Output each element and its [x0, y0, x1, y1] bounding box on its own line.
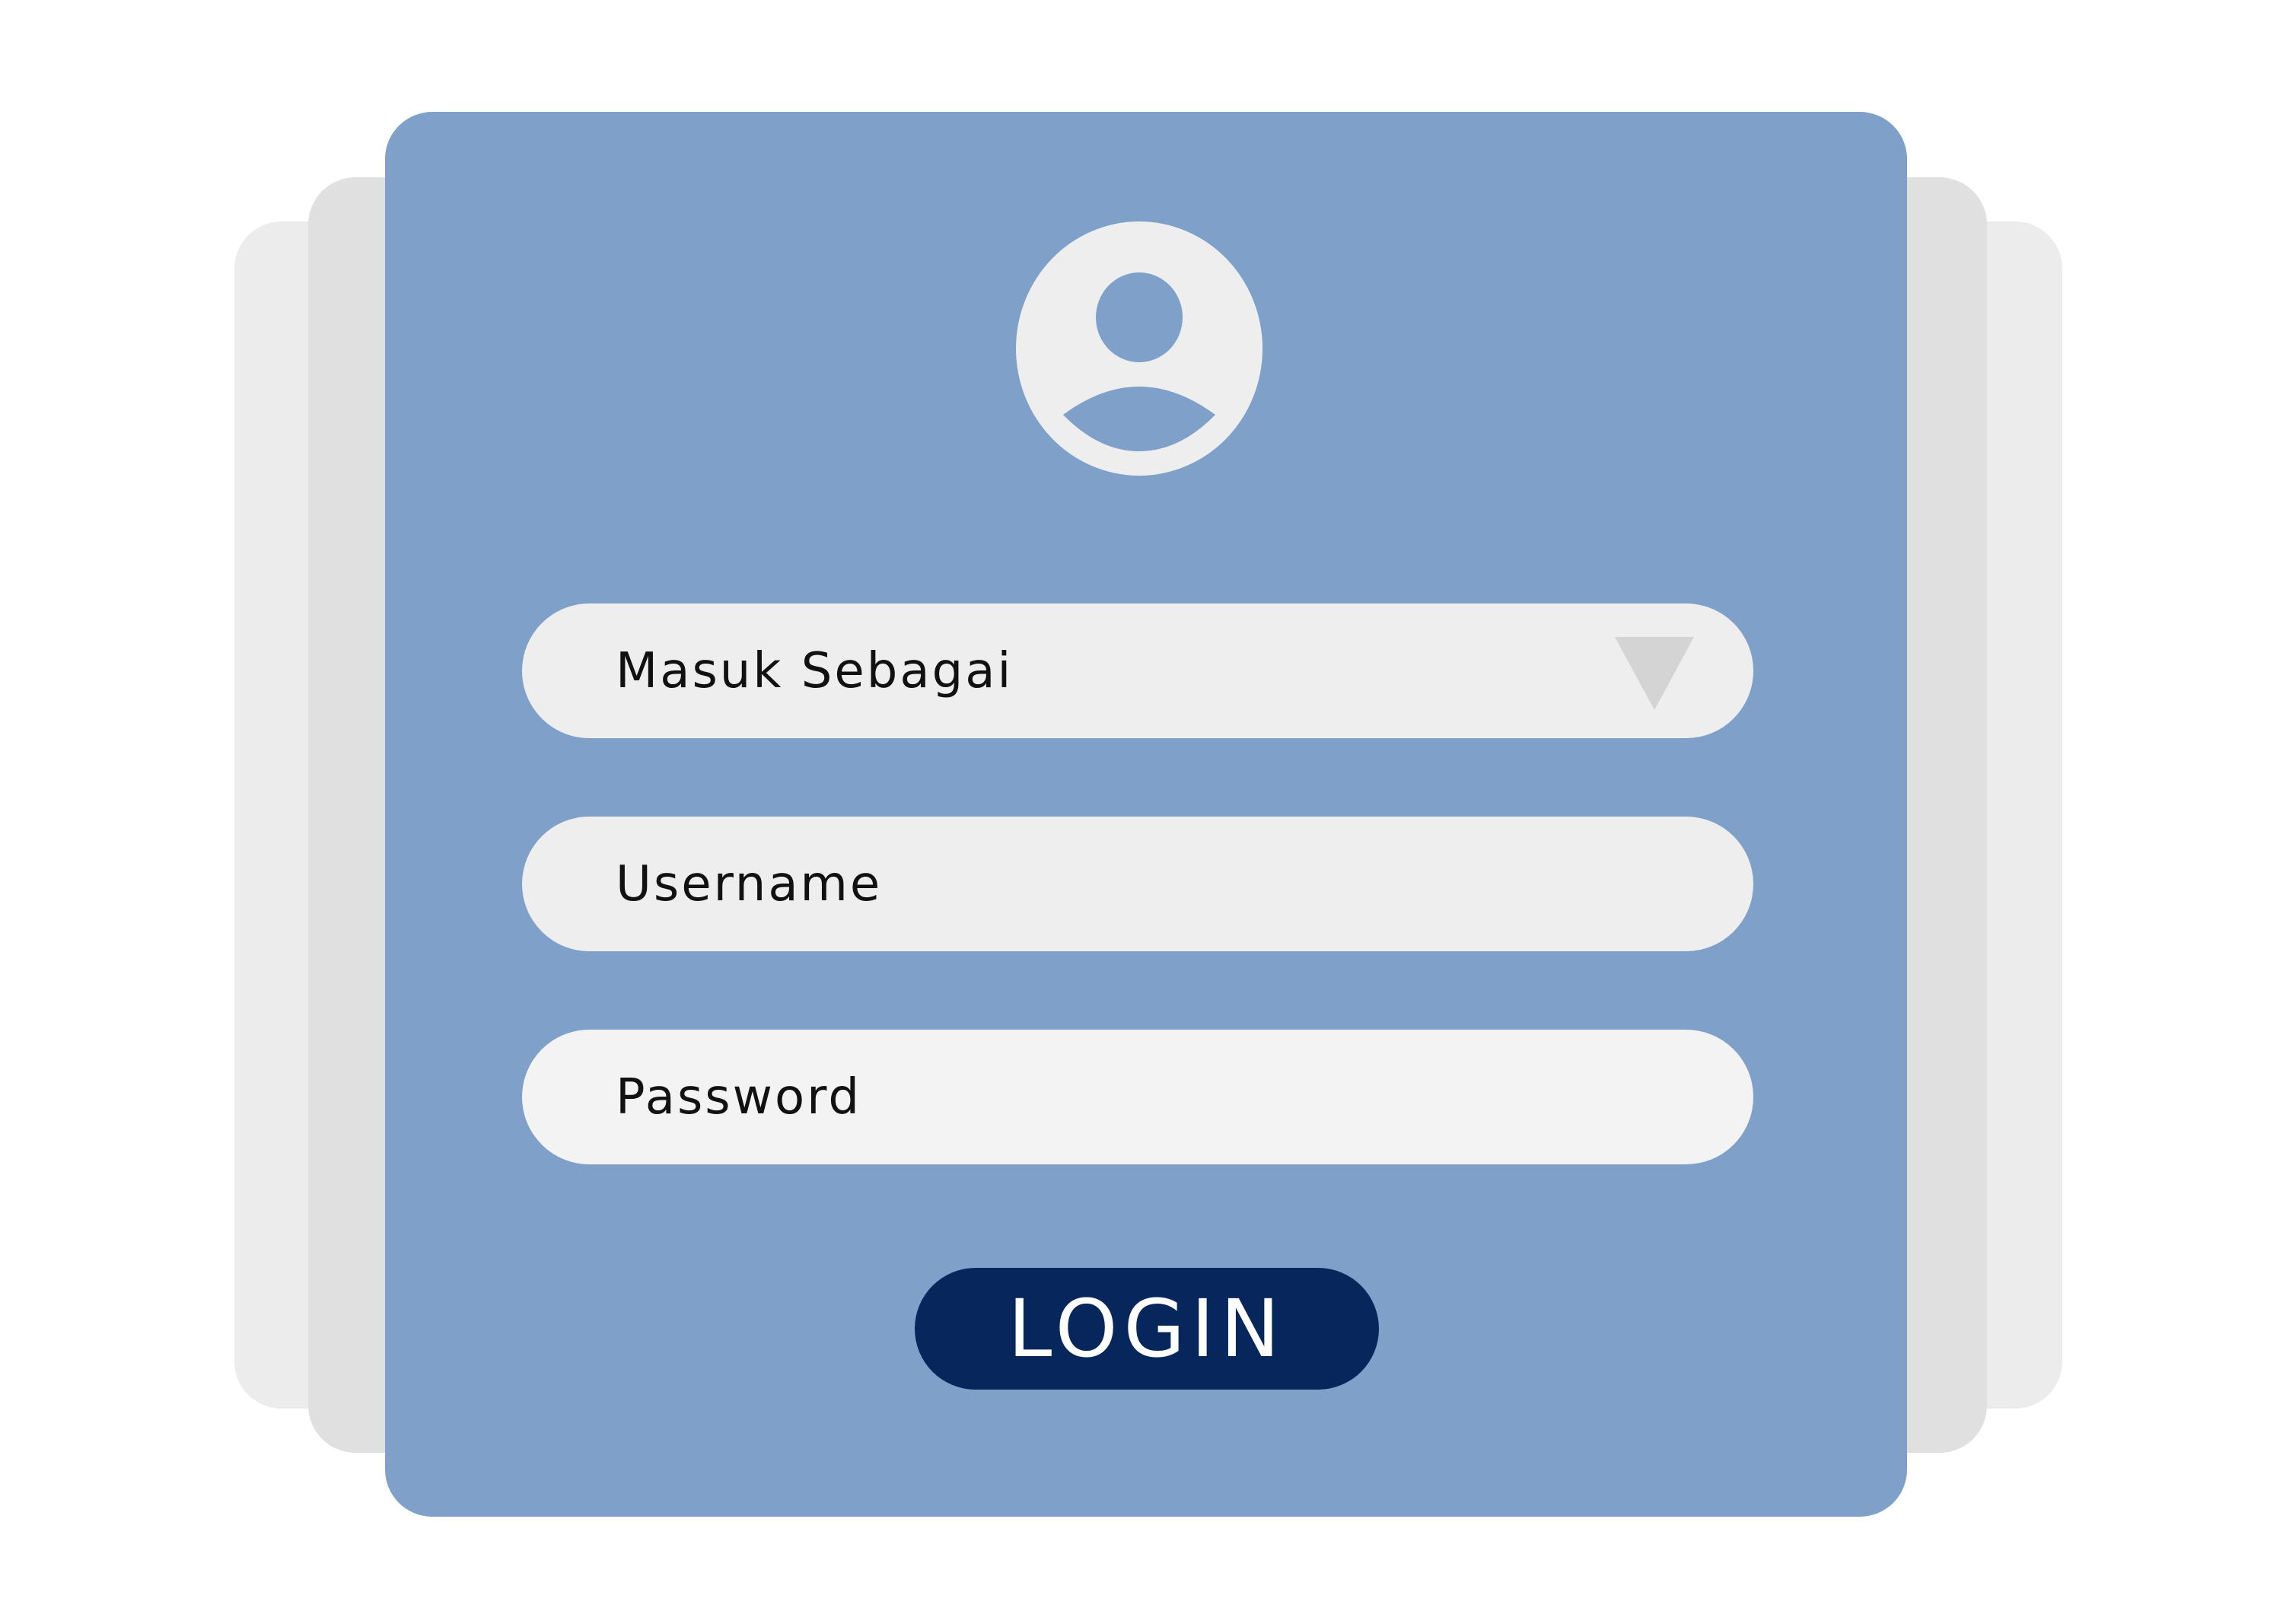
triangle-down-icon[interactable] — [1615, 637, 1694, 710]
role-select-value: Masuk Sebagai — [616, 642, 1014, 699]
user-avatar-icon — [1016, 221, 1262, 476]
username-placeholder: Username — [616, 855, 883, 912]
login-button-label: LOGIN — [1008, 1282, 1286, 1375]
login-button[interactable]: LOGIN — [915, 1268, 1379, 1390]
login-screen: Masuk Sebagai Username Password LOGIN — [0, 0, 2283, 1624]
username-input[interactable]: Username — [522, 817, 1753, 951]
password-placeholder: Password — [616, 1068, 861, 1126]
role-select[interactable]: Masuk Sebagai — [522, 603, 1753, 738]
password-input[interactable]: Password — [522, 1030, 1753, 1164]
